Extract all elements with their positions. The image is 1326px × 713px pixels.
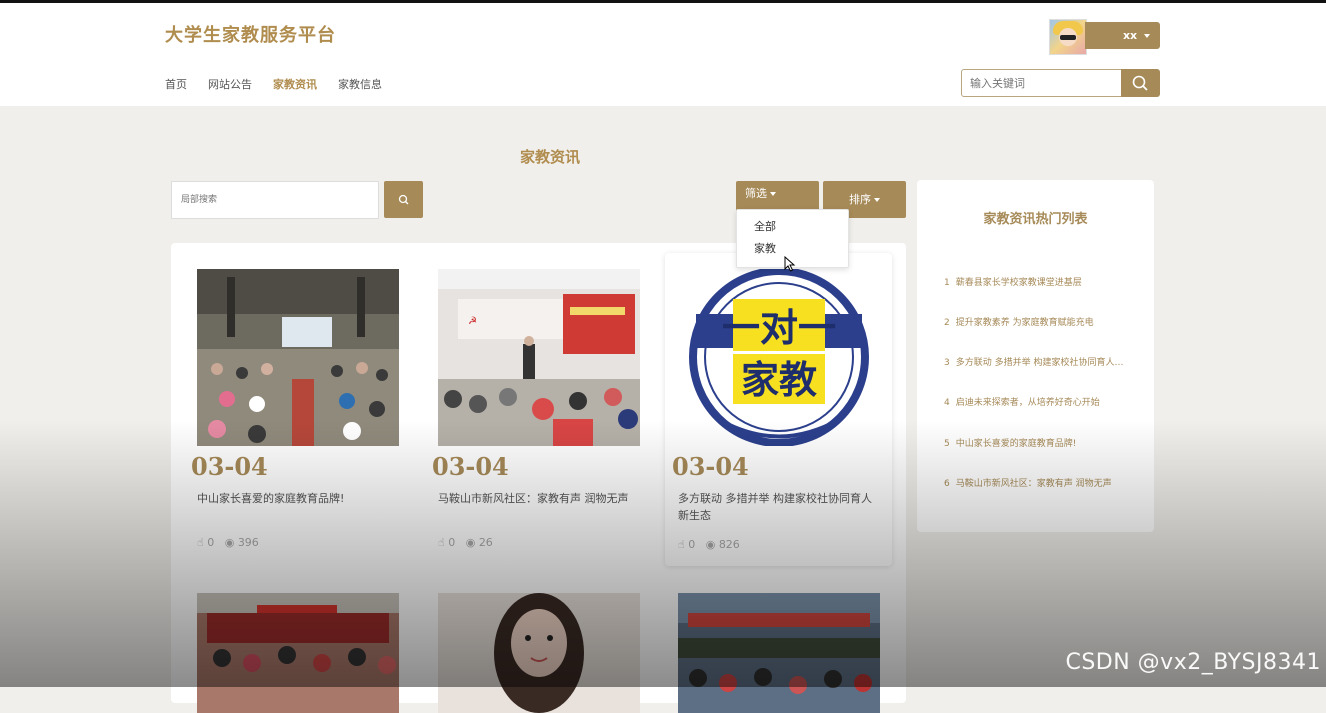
news-card[interactable]: 03-04 中山家长喜爱的家庭教育品牌! ☝ 0 ◉ 396 bbox=[171, 243, 416, 573]
news-meta: ☝ 0 ◉ 826 bbox=[678, 538, 740, 551]
news-meta: ☝ 0 ◉ 26 bbox=[438, 536, 493, 549]
news-card[interactable]: 一对一 家教 03-04 多方联动 多措并举 构建家校社协同育人新生态 ☝ 0 … bbox=[665, 253, 892, 566]
news-grid: 03-04 中山家长喜爱的家庭教育品牌! ☝ 0 ◉ 396 ☭ 03-04 马… bbox=[171, 243, 906, 713]
hot-list-item[interactable]: 4 启迪未来探索者，从培养好奇心开始 bbox=[944, 395, 1130, 408]
hot-list-text[interactable]: 马鞍山市新风社区：家教有声 润物无声 bbox=[956, 479, 1112, 489]
user-name: xx bbox=[1122, 29, 1138, 42]
image-text-tutoring: 家教 bbox=[741, 358, 817, 402]
hot-list-rank: 4 bbox=[944, 398, 950, 408]
hot-list-rank: 5 bbox=[944, 439, 950, 449]
news-meta: ☝ 0 ◉ 396 bbox=[197, 536, 259, 549]
sort-label: 排序 bbox=[849, 193, 871, 206]
hot-list-item[interactable]: 5 中山家长喜爱的家庭教育品牌! bbox=[944, 436, 1130, 449]
news-card[interactable] bbox=[171, 567, 416, 713]
site-title[interactable]: 大学生家教服务平台 bbox=[165, 21, 336, 47]
avatar[interactable] bbox=[1049, 19, 1087, 55]
view-count: 26 bbox=[478, 536, 493, 549]
thumbs-up-icon[interactable]: ☝ bbox=[197, 536, 204, 549]
news-image[interactable] bbox=[197, 593, 399, 713]
search-icon bbox=[398, 194, 409, 205]
caret-down-icon bbox=[874, 198, 880, 202]
news-card[interactable]: ☭ 03-04 马鞍山市新风社区：家教有声 润物无声 ☝ 0 ◉ 26 bbox=[412, 243, 657, 573]
news-image[interactable] bbox=[197, 269, 399, 446]
hot-list-item[interactable]: 3 多方联动 多措并举 构建家校社协同育人新生态 bbox=[944, 355, 1130, 368]
hot-list-text[interactable]: 蕲春县家长学校家教课堂进基层 bbox=[956, 278, 1082, 288]
hot-list-panel: 家教资讯热门列表 1 蕲春县家长学校家教课堂进基层 2 提升家教素养 为家庭教育赋能… bbox=[917, 180, 1154, 532]
svg-text:☭: ☭ bbox=[468, 316, 477, 327]
news-image[interactable] bbox=[438, 593, 640, 713]
nav-announcements[interactable]: 网站公告 bbox=[208, 76, 252, 92]
local-search-input[interactable] bbox=[171, 181, 379, 219]
thumbs-up-icon[interactable]: ☝ bbox=[438, 536, 445, 549]
view-count: 396 bbox=[237, 536, 259, 549]
view-count: 826 bbox=[718, 538, 740, 551]
hot-list-title: 家教资讯热门列表 bbox=[983, 212, 1088, 227]
filter-label: 筛选 bbox=[745, 187, 767, 200]
filter-option-all[interactable]: 全部 bbox=[737, 216, 848, 238]
header: 大学生家教服务平台 首页 网站公告 家教资讯 家教信息 xx bbox=[0, 3, 1326, 106]
nav-tutoring-info[interactable]: 家教信息 bbox=[338, 76, 382, 92]
page-title: 家教资讯 bbox=[519, 148, 580, 166]
search-button[interactable] bbox=[1121, 69, 1160, 97]
search-input[interactable] bbox=[961, 69, 1122, 97]
search-icon bbox=[1132, 75, 1148, 91]
hot-list-rank: 1 bbox=[944, 278, 950, 288]
local-search-button[interactable] bbox=[384, 181, 423, 218]
thumbs-up-icon[interactable]: ☝ bbox=[678, 538, 685, 551]
news-title[interactable]: 马鞍山市新风社区：家教有声 润物无声 bbox=[438, 490, 640, 507]
eye-icon: ◉ bbox=[224, 536, 235, 549]
hot-list-item[interactable]: 2 提升家教素养 为家庭教育赋能充电 bbox=[944, 315, 1130, 328]
hot-list-rank: 3 bbox=[944, 358, 950, 368]
news-card[interactable] bbox=[412, 567, 657, 713]
hot-list-text[interactable]: 启迪未来探索者，从培养好奇心开始 bbox=[956, 398, 1100, 408]
news-image[interactable]: 一对一 家教 bbox=[678, 269, 880, 446]
caret-down-icon bbox=[770, 192, 776, 196]
news-card[interactable] bbox=[652, 567, 897, 713]
hot-list-item[interactable]: 6 马鞍山市新风社区：家教有声 润物无声 bbox=[944, 476, 1130, 489]
news-title[interactable]: 中山家长喜爱的家庭教育品牌! bbox=[197, 490, 399, 507]
image-text-1on1: 一对一 bbox=[722, 306, 836, 350]
hot-list-text[interactable]: 多方联动 多措并举 构建家校社协同育人新生态 bbox=[956, 358, 1130, 368]
news-date: 03-04 bbox=[191, 452, 268, 481]
chevron-down-icon bbox=[1144, 34, 1150, 38]
watermark: CSDN @vx2_BYSJ8341 bbox=[1065, 650, 1321, 675]
nav-home[interactable]: 首页 bbox=[165, 76, 187, 92]
hot-list-rank: 6 bbox=[944, 479, 950, 489]
hot-list-text[interactable]: 提升家教素养 为家庭教育赋能充电 bbox=[956, 318, 1094, 328]
hot-list-text[interactable]: 中山家长喜爱的家庭教育品牌! bbox=[956, 439, 1077, 449]
hot-list-item[interactable]: 1 蕲春县家长学校家教课堂进基层 bbox=[944, 275, 1130, 288]
news-date: 03-04 bbox=[432, 452, 509, 481]
news-title[interactable]: 多方联动 多措并举 构建家校社协同育人新生态 bbox=[678, 490, 880, 524]
news-image[interactable] bbox=[678, 593, 880, 713]
hot-list-rank: 2 bbox=[944, 318, 950, 328]
news-date: 03-04 bbox=[672, 452, 749, 481]
nav-tutoring-news[interactable]: 家教资讯 bbox=[273, 76, 317, 92]
eye-icon: ◉ bbox=[465, 536, 476, 549]
news-image[interactable]: ☭ bbox=[438, 269, 640, 446]
like-count: 0 bbox=[207, 536, 215, 549]
main-nav: 首页 网站公告 家教资讯 家教信息 bbox=[165, 76, 382, 92]
eye-icon: ◉ bbox=[705, 538, 716, 551]
like-count: 0 bbox=[688, 538, 696, 551]
like-count: 0 bbox=[448, 536, 456, 549]
user-dropdown-button[interactable]: xx bbox=[1085, 22, 1160, 49]
user-menu[interactable]: xx bbox=[1049, 19, 1160, 55]
mouse-cursor-icon bbox=[784, 256, 796, 272]
